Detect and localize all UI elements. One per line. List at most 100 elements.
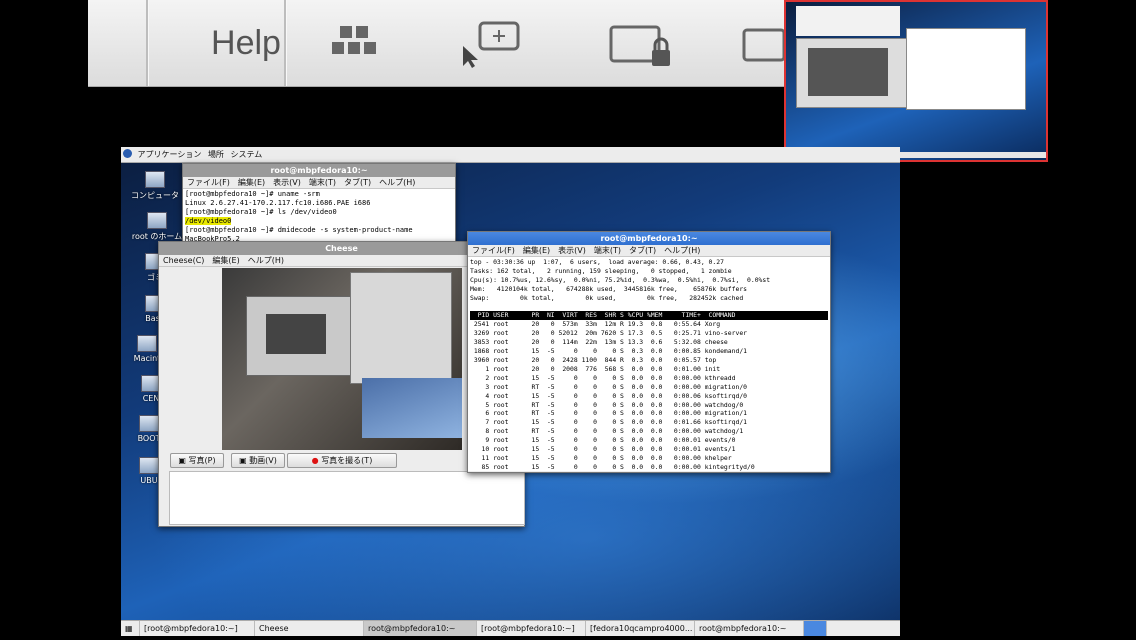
fedora-logo-icon [123,149,132,158]
process-row: 7 root 15 -5 0 0 0 S 0.0 0.0 0:01.66 kso… [470,418,748,427]
help-button[interactable]: Help [148,0,344,86]
menu-file[interactable]: ファイル(F) [187,178,230,187]
menu-cheese[interactable]: Cheese(C) [163,256,204,265]
window-title[interactable]: root@mbpfedora10:~ [183,164,455,177]
menu-terminal[interactable]: 端末(T) [594,246,621,255]
take-photo-label: 写真を撮る(T) [321,456,373,465]
video-icon: ▣ [239,456,250,465]
process-row: 8 root RT -5 0 0 0 S 0.0 0.0 0:00.00 wat… [470,427,744,436]
terminal-line: [root@mbpfedora10 ~]# dmidecode -s syste… [185,225,413,234]
top-terminal-window[interactable]: root@mbpfedora10:~ ファイル(F) 編集(E) 表示(V) 端末(T… [467,231,831,473]
process-row: 2541 root 20 0 573m 33m 12m R 19.3 0.8 0… [470,320,721,329]
menu-file[interactable]: ファイル(F) [472,246,515,255]
thumbnail-terminal [906,28,1026,110]
thumbnail-window [796,6,900,36]
desktop-icon-label: コンピュータ [131,191,179,200]
taskbar-item[interactable]: root@mbpfedora10:~ [364,621,477,636]
screen-thumbnail[interactable] [784,0,1048,162]
process-row: 1868 root 15 -5 0 0 0 S 0.3 0.0 0:00.85 … [470,347,748,356]
menu-view[interactable]: 表示(V) [558,246,586,255]
process-row: 5 root RT -5 0 0 0 S 0.0 0.0 0:00.00 wat… [470,400,744,409]
home-folder-icon [147,212,167,229]
window-icon[interactable] [740,22,784,68]
drive-icon [137,335,157,352]
menu-tabs[interactable]: タブ(T) [344,178,371,187]
remote-desktop[interactable]: アプリケーション 場所 システム コンピュータ root のホーム ゴミ Bas… [121,147,900,636]
process-row: 9 root 15 -5 0 0 0 S 0.0 0.0 0:00.01 eve… [470,436,736,445]
top-table-header: PID USER PR NI VIRT RES SHR S %CPU %MEM … [470,311,828,321]
menu-edit[interactable]: 編集(E) [523,246,550,255]
system-menu[interactable]: システム [230,150,262,159]
taskbar-item[interactable]: Cheese [255,621,364,636]
menu-terminal[interactable]: 端末(T) [309,178,336,187]
desktop-icon-label: CEN [142,394,160,403]
process-row: 4 root 15 -5 0 0 0 S 0.0 0.0 0:00.06 kso… [470,391,748,400]
desktop-icon-label: UBU [140,476,158,485]
desktop-icon-computer[interactable]: コンピュータ [125,171,185,201]
desktop-icon-label: root のホーム [131,232,183,241]
menubar: ファイル(F) 編集(E) 表示(V) 端末(T) タブ(T) ヘルプ(H) [468,245,830,257]
top-summary-line: top - 03:30:36 up 1:07, 6 users, load av… [470,258,724,266]
process-row: 11 root 15 -5 0 0 0 S 0.0 0.0 0:00.00 kh… [470,453,732,462]
lock-screen-icon[interactable] [608,22,674,68]
process-row: 85 root 15 -5 0 0 0 S 0.0 0.0 0:00.00 ki… [470,462,755,471]
terminal-line: Linux 2.6.27.41-170.2.117.fc10.i686.PAE … [185,198,371,207]
menu-help[interactable]: ヘルプ(H) [664,246,700,255]
top-summary-line: Tasks: 162 total, 2 running, 159 sleepin… [470,266,732,275]
menu-help[interactable]: ヘルプ(H) [379,178,415,187]
taskbar-item[interactable]: [fedora10qcampro4000... [586,621,695,636]
desktop-icon-label: Macint [133,354,161,363]
thumbnail-camera [808,48,888,96]
taskbar-item[interactable]: [root@mbpfedora10:~] [477,621,586,636]
photo-mode-label: 写真(P) [188,456,216,465]
terminal-line: /dev/video0 [185,216,232,225]
toolbar-divider [284,0,287,86]
select-region-icon[interactable] [460,20,522,68]
taskbar-item[interactable]: [root@mbpfedora10:~] [140,621,255,636]
menu-help[interactable]: ヘルプ(H) [248,256,284,265]
record-icon: ● [311,456,322,465]
preview-feedback [266,314,326,354]
drive-icon [139,457,159,474]
applications-menu[interactable]: アプリケーション [138,150,202,159]
terminal-line: [root@mbpfedora10 ~]# ls /dev/video0 [185,207,337,216]
process-row: 3960 root 20 0 2428 1100 844 R 0.3 0.0 0… [470,355,717,364]
drive-icon [139,415,159,432]
process-row: 1 root 20 0 2008 776 568 S 0.0 0.0 0:01.… [470,364,721,373]
show-desktop-icon[interactable]: ▦ [121,621,140,636]
process-row: 3269 root 20 0 52012 20m 7620 S 17.3 0.5… [470,329,748,338]
process-row: 3853 root 20 0 114m 22m 13m S 13.3 0.6 5… [470,338,728,347]
menubar: ファイル(F) 編集(E) 表示(V) 端末(T) タブ(T) ヘルプ(H) [183,177,455,189]
desktop-icon-home[interactable]: root のホーム [127,212,187,242]
menu-view[interactable]: 表示(V) [273,178,301,187]
terminal-output[interactable]: top - 03:30:36 up 1:07, 6 users, load av… [468,257,830,471]
menu-tabs[interactable]: タブ(T) [629,246,656,255]
camera-icon: ▣ [178,456,189,465]
taskbar-item[interactable]: root@mbpfedora10:~ [695,621,804,636]
process-row: 2 root 15 -5 0 0 0 S 0.0 0.0 0:00.00 kth… [470,373,736,382]
camera-preview [222,268,462,450]
remote-toolbar: Help [88,0,784,87]
computer-icon [145,171,165,188]
places-menu[interactable]: 場所 [208,150,224,159]
top-summary-line: Cpu(s): 10.7%us, 12.6%sy, 0.0%ni, 75.2%i… [470,275,771,284]
workspace-switcher[interactable] [804,621,827,636]
menu-edit[interactable]: 編集(E) [212,256,239,265]
video-mode-button[interactable]: ▣ 動画(V) [231,453,285,468]
top-summary-line: Mem: 4120104k total, 674288k used, 34458… [470,284,748,293]
bottom-taskbar: ▦ [root@mbpfedora10:~] Cheese root@mbpfe… [121,620,900,636]
window-title[interactable]: root@mbpfedora10:~ [468,232,830,245]
process-row: 6 root RT -5 0 0 0 S 0.0 0.0 0:00.00 mig… [470,409,748,418]
preview-desktop [362,378,462,438]
top-summary-line: Swap: 0k total, 0k used, 0k free, 282452… [470,293,744,302]
photo-mode-button[interactable]: ▣ 写真(P) [170,453,224,468]
desktop-icon-label: BOOT [137,434,161,443]
terminal-line: [root@mbpfedora10 ~]# uname -srm [185,190,320,198]
thumbnail-strip[interactable] [169,471,525,525]
process-row: 10 root 15 -5 0 0 0 S 0.0 0.0 0:00.01 ev… [470,445,736,454]
preview-terminal [350,272,452,384]
video-mode-label: 動画(V) [249,456,277,465]
take-photo-button[interactable]: ● 写真を撮る(T) [287,453,397,468]
apps-grid-icon[interactable] [330,24,390,62]
menu-edit[interactable]: 編集(E) [238,178,265,187]
